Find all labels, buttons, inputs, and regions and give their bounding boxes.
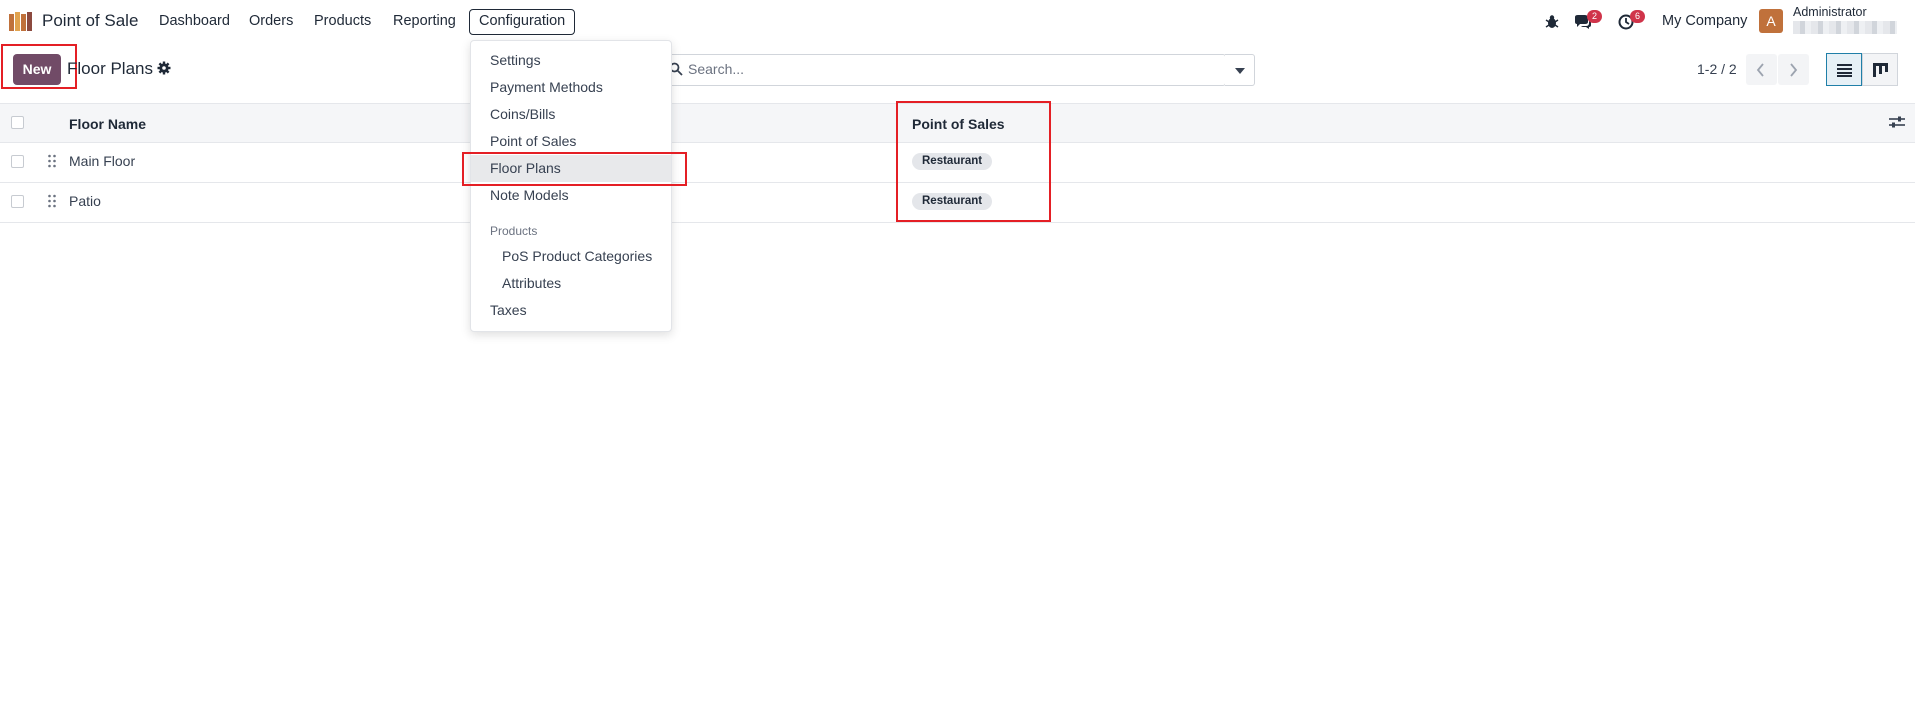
search-input[interactable] [662,54,1226,86]
drag-handle-icon[interactable] [47,194,57,208]
pager-next-button[interactable] [1778,54,1809,85]
pos-app-logo-icon[interactable] [8,12,34,32]
dropdown-item-payment-methods[interactable]: Payment Methods [490,79,603,95]
column-point-of-sales[interactable]: Point of Sales [912,116,1005,132]
gear-icon[interactable] [157,61,171,75]
messages-badge: 2 [1587,10,1602,23]
row-checkbox[interactable] [11,155,24,168]
row-checkbox[interactable] [11,195,24,208]
floor-name-cell[interactable]: Patio [69,193,101,209]
menu-products[interactable]: Products [314,13,371,29]
search-options-toggle[interactable] [1225,54,1255,86]
list-view-icon [1837,64,1852,77]
pager-value[interactable]: 1-2 / 2 [1697,61,1737,77]
page-title: Floor Plans [67,59,153,78]
company-switcher[interactable]: My Company [1662,13,1747,29]
kanban-view-icon [1873,63,1888,77]
debug-bug-icon[interactable] [1542,12,1562,32]
activities-badge: 6 [1630,10,1645,23]
new-button[interactable]: New [13,54,61,85]
dropdown-section-products: Products [490,224,538,238]
pos-tag: Restaurant [912,193,993,210]
user-avatar[interactable]: A [1759,9,1783,33]
search-placeholder[interactable]: Search... [688,61,744,77]
column-floor-name[interactable]: Floor Name [69,116,146,132]
menu-orders[interactable]: Orders [249,13,293,29]
top-navbar: Point of Sale Dashboard Orders Products … [0,0,1915,43]
dropdown-item-note-models[interactable]: Note Models [490,187,569,203]
optional-columns-sliders-icon[interactable] [1889,115,1905,129]
dropdown-item-point-of-sales[interactable]: Point of Sales [490,133,576,149]
pos-tag: Restaurant [912,153,993,170]
menu-dashboard[interactable]: Dashboard [159,13,230,29]
dropdown-item-floor-plans[interactable]: Floor Plans [490,160,561,176]
menu-reporting[interactable]: Reporting [393,13,456,29]
dropdown-item-taxes[interactable]: Taxes [490,302,527,318]
user-database-redacted [1793,21,1897,34]
drag-handle-icon[interactable] [47,154,57,168]
user-name[interactable]: Administrator [1793,5,1867,19]
chevron-right-icon [1790,63,1798,77]
chevron-left-icon [1756,63,1764,77]
dropdown-item-settings[interactable]: Settings [490,52,541,68]
kanban-view-button[interactable] [1862,53,1898,86]
select-all-checkbox[interactable] [11,116,24,129]
app-name[interactable]: Point of Sale [42,11,138,31]
dropdown-item-pos-product-categories[interactable]: PoS Product Categories [502,248,652,264]
floor-name-cell[interactable]: Main Floor [69,153,135,169]
pager-previous-button[interactable] [1746,54,1777,85]
dropdown-item-attributes[interactable]: Attributes [502,275,561,291]
dropdown-item-coins-bills[interactable]: Coins/Bills [490,106,555,122]
list-view-button[interactable] [1826,53,1862,86]
menu-configuration[interactable]: Configuration [469,9,576,35]
